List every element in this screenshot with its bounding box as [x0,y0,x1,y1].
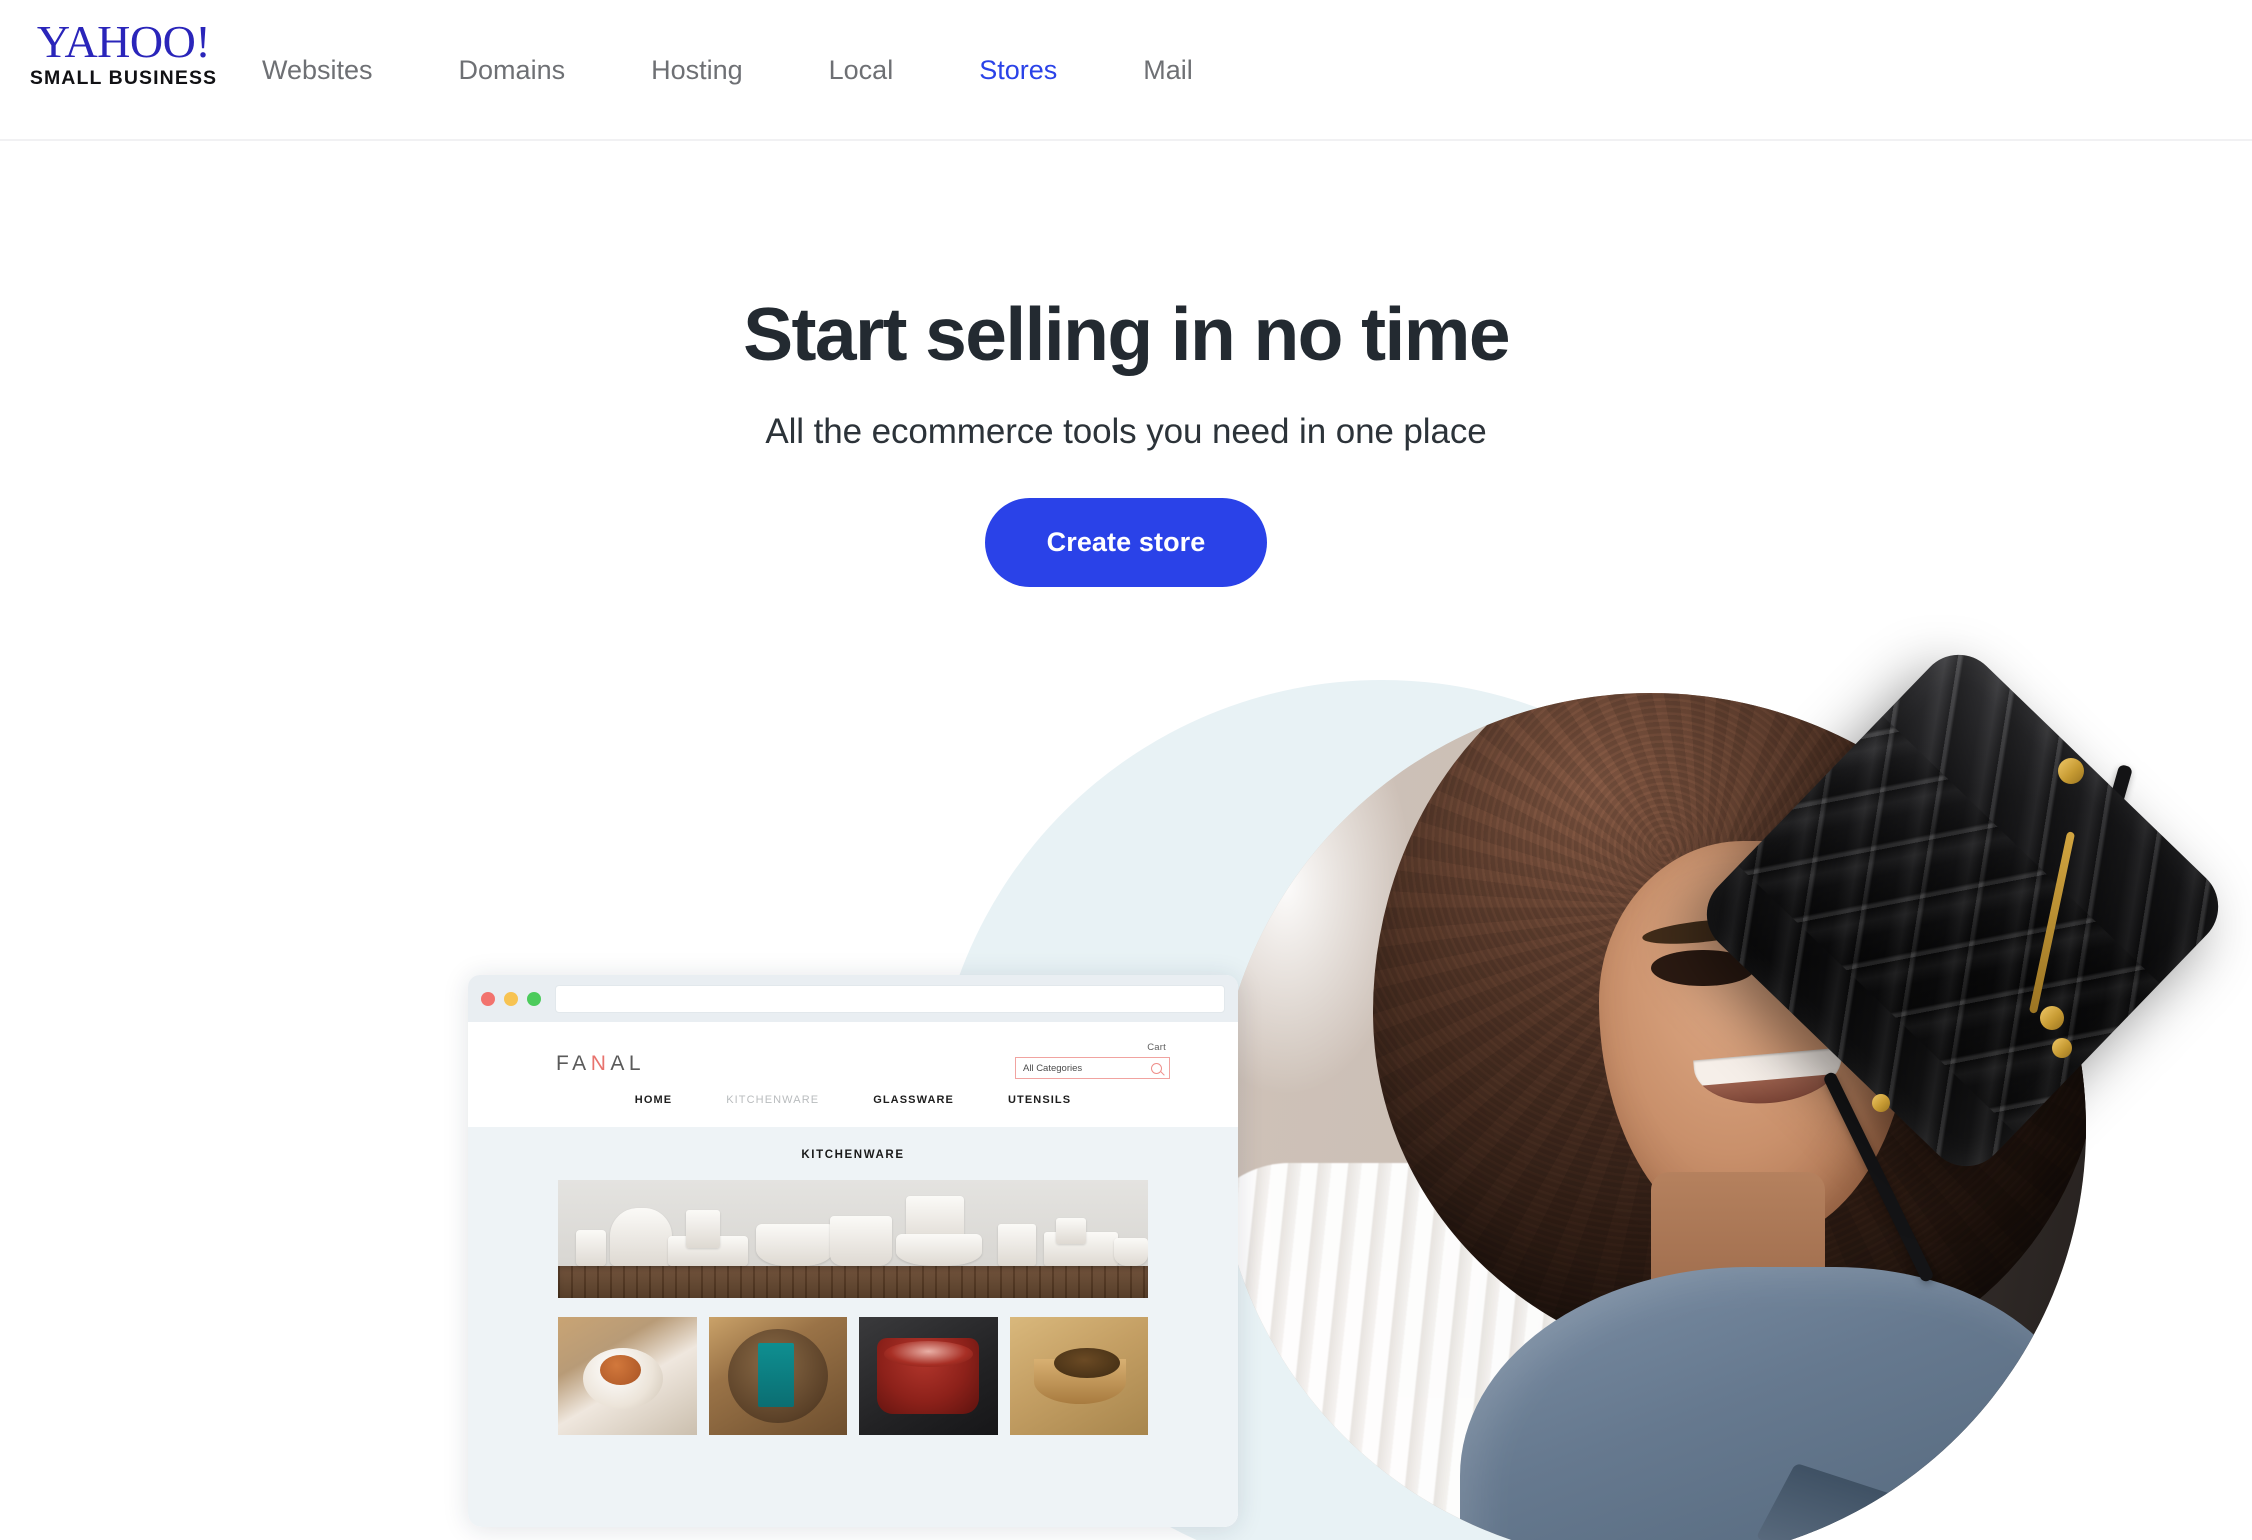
handbag-hardware-clasp [2052,1038,2072,1058]
product-thumbnail[interactable] [1009,1317,1148,1435]
store-search-box[interactable]: All Categories [1015,1057,1170,1079]
handbag-strap-lower [1822,1070,1935,1284]
site-header: YAHOO! SMALL BUSINESS Websites Domains H… [0,0,2252,141]
browser-url-bar[interactable] [555,984,1225,1013]
photo-eye-left [1651,949,1756,987]
minimize-dot-icon[interactable] [504,991,518,1006]
page-root: YAHOO! SMALL BUSINESS Websites Domains H… [0,0,2252,1540]
store-nav-utensils[interactable]: UTENSILS [1008,1094,1071,1106]
create-store-button[interactable]: Create store [984,498,1268,587]
store-logo-prefix: FA [556,1052,591,1075]
store-hero-image [558,1180,1148,1298]
store-nav-glassware[interactable]: GLASSWARE [873,1094,954,1106]
nav-item-websites[interactable]: Websites [262,55,373,85]
ceramic-teapot [610,1208,672,1267]
photo-eye-right [1790,938,1895,975]
ceramic-mug-1 [576,1230,606,1267]
store-logo[interactable]: FANAL [556,1052,645,1076]
product-thumbnail[interactable] [859,1317,998,1435]
ceramic-mug-4 [1056,1217,1086,1244]
store-topbar: FANAL Cart All Categories HOME KITCHENWA… [468,1022,1238,1127]
photo-brow-right [1780,901,1905,937]
hero-photo-circle [1216,693,2086,1540]
yahoo-small-business-logo[interactable]: YAHOO! SMALL BUSINESS [26,18,221,98]
close-dot-icon[interactable] [481,991,495,1006]
photo-face [1598,840,1912,1242]
nav-item-hosting[interactable]: Hosting [651,55,743,85]
nav-item-stores[interactable]: Stores [979,55,1057,85]
store-hero-table [558,1266,1148,1298]
product-thumbnail[interactable] [558,1317,697,1435]
small-business-tagline: SMALL BUSINESS [29,67,218,89]
ceramic-bowl-right [1114,1238,1148,1267]
photo-brow-left [1641,914,1765,949]
browser-titlebar [468,975,1238,1022]
handbag [1690,638,2235,1183]
hero-subtitle: All the ecommerce tools you need in one … [765,412,1487,451]
store-navigation: HOME KITCHENWARE GLASSWARE UTENSILS [468,1094,1238,1106]
handbag-hardware-ring-top [2058,758,2084,784]
search-icon [1151,1062,1162,1074]
store-nav-kitchenware[interactable]: KITCHENWARE [726,1094,819,1106]
photo-smile [1692,1047,1845,1110]
ceramic-bowl-brown [896,1234,982,1267]
photo-background [1216,693,2086,1540]
nav-item-mail[interactable]: Mail [1143,55,1193,85]
store-search-value: All Categories [1023,1062,1083,1074]
product-thumbnail[interactable] [708,1317,847,1435]
ceramic-mug-2 [686,1210,720,1249]
photo-collar [1755,1462,1903,1540]
browser-window-mockup: FANAL Cart All Categories HOME KITCHENWA… [468,975,1238,1527]
handbag-zipper [2028,831,2076,1014]
handbag-hardware-ring-right [2040,1006,2064,1030]
store-preview: FANAL Cart All Categories HOME KITCHENWA… [468,1022,1238,1527]
photo-neck [1651,1171,1825,1329]
store-product-thumbnails [558,1317,1148,1435]
store-cart-link[interactable]: Cart [1147,1042,1166,1053]
store-body: KITCHENWARE [468,1127,1238,1527]
photo-hair [1372,693,2086,1372]
clothing-rack [1216,1162,1721,1540]
hero-cta-container: Create store [0,498,2252,587]
maximize-dot-icon[interactable] [527,991,541,1006]
nav-item-local[interactable]: Local [829,55,894,85]
store-logo-suffix: AL [610,1052,646,1075]
yahoo-wordmark: YAHOO! [36,16,211,67]
window-controls [481,991,541,1006]
handbag-hardware-ring-bottom [1872,1094,1890,1112]
store-logo-accent: N [590,1052,611,1075]
ceramic-bowls-stack-1 [830,1216,892,1267]
ceramic-mug-3 [998,1224,1036,1267]
hero-title: Start selling in no time [743,292,1510,377]
primary-navigation: Websites Domains Hosting Local Stores Ma… [262,0,1193,139]
photo-blue-shirt [1459,1267,2086,1540]
nav-item-domains[interactable]: Domains [459,55,566,85]
ceramic-bowl-large [756,1224,834,1267]
store-nav-home[interactable]: HOME [635,1094,672,1106]
handbag-strap-upper [2036,763,2134,1057]
store-section-heading: KITCHENWARE [801,1149,905,1161]
